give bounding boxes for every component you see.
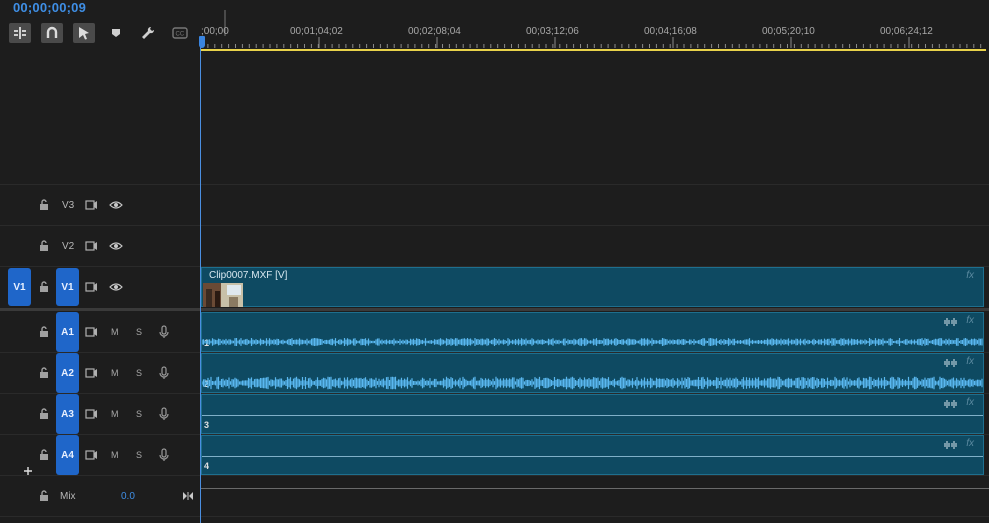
bowtie-icon[interactable] — [182, 491, 194, 501]
solo-button[interactable]: S — [136, 368, 142, 378]
fx-badge[interactable]: fx — [966, 315, 974, 326]
audio-clip[interactable]: fx 3 — [201, 394, 984, 434]
lock-icon[interactable] — [38, 449, 50, 461]
fx-badge[interactable]: fx — [966, 438, 974, 449]
audio-baseline — [202, 456, 983, 457]
lock-icon[interactable] — [38, 199, 50, 211]
eye-icon[interactable] — [109, 241, 123, 251]
sync-lock-icon[interactable] — [85, 327, 98, 337]
microphone-icon[interactable] — [159, 448, 169, 462]
eye-icon[interactable] — [109, 282, 123, 292]
magnet-icon[interactable] — [41, 23, 63, 43]
playhead-line — [200, 36, 201, 523]
ruler-label: 00;04;16;08 — [644, 26, 697, 37]
track-target-a4[interactable]: A4 — [56, 435, 79, 475]
video-clip[interactable]: Clip0007.MXF [V] fx — [201, 267, 984, 307]
video-audio-divider — [0, 308, 989, 311]
fx-badge[interactable]: fx — [966, 397, 974, 408]
audio-clip[interactable]: fx 2 — [201, 353, 984, 393]
mix-label: Mix — [60, 491, 76, 502]
sync-lock-icon[interactable] — [85, 241, 98, 251]
row-divider — [0, 184, 989, 185]
wrench-icon[interactable] — [137, 23, 159, 43]
fx-badge[interactable]: fx — [966, 270, 974, 281]
track-target-a1[interactable]: A1 — [56, 312, 79, 352]
microphone-icon[interactable] — [159, 407, 169, 421]
insert-snap-icon[interactable] — [9, 23, 31, 43]
linked-selection-icon[interactable] — [73, 23, 95, 43]
waveform-icon — [944, 318, 957, 326]
waveform-icon — [944, 400, 957, 408]
clip-channel-number: 3 — [204, 420, 210, 430]
row-divider — [0, 475, 989, 476]
lock-icon[interactable] — [38, 408, 50, 420]
row-divider — [0, 225, 989, 226]
audio-waveform — [202, 376, 983, 390]
audio-clip[interactable]: fx 4 — [201, 435, 984, 475]
track-target-a2[interactable]: A2 — [56, 353, 79, 393]
lock-icon[interactable] — [38, 326, 50, 338]
marker-icon[interactable] — [105, 23, 127, 43]
source-patch-v1[interactable]: V1 — [8, 268, 31, 306]
time-ruler[interactable]: ;00;00 00;01;04;02 00;02;08;04 00;03;12;… — [201, 0, 989, 52]
ruler-label: 00;05;20;10 — [762, 26, 815, 37]
mute-button[interactable]: M — [111, 368, 119, 378]
audio-baseline — [202, 415, 983, 416]
microphone-icon[interactable] — [159, 325, 169, 339]
work-area-bar[interactable] — [201, 49, 986, 51]
clip-channel-number: 4 — [204, 461, 210, 471]
ruler-label: 00;01;04;02 — [290, 26, 343, 37]
microphone-icon[interactable] — [159, 366, 169, 380]
mute-button[interactable]: M — [111, 409, 119, 419]
sync-lock-icon[interactable] — [85, 368, 98, 378]
track-name-v2[interactable]: V2 — [62, 241, 74, 252]
waveform-icon — [944, 441, 957, 449]
svg-text:CC: CC — [176, 32, 185, 38]
sync-lock-icon[interactable] — [85, 450, 98, 460]
audio-waveform — [202, 338, 983, 346]
mute-button[interactable]: M — [111, 450, 119, 460]
mix-volume[interactable]: 0.0 — [121, 491, 135, 502]
row-divider — [0, 516, 989, 517]
solo-button[interactable]: S — [136, 450, 142, 460]
track-target-a3[interactable]: A3 — [56, 394, 79, 434]
track-target-v1[interactable]: V1 — [56, 268, 79, 306]
sync-lock-icon[interactable] — [85, 200, 98, 210]
clip-thumbnail — [203, 283, 243, 307]
sync-lock-icon[interactable] — [85, 409, 98, 419]
fx-badge[interactable]: fx — [966, 356, 974, 367]
eye-icon[interactable] — [109, 200, 123, 210]
lock-icon[interactable] — [38, 367, 50, 379]
sync-lock-icon[interactable] — [85, 282, 98, 292]
clip-name: Clip0007.MXF [V] — [209, 270, 288, 281]
add-track-icon[interactable] — [24, 467, 32, 475]
mix-track-line — [201, 488, 989, 489]
lock-icon[interactable] — [38, 490, 50, 502]
ruler-label: 00;03;12;06 — [526, 26, 579, 37]
waveform-icon — [944, 359, 957, 367]
playhead[interactable] — [199, 36, 205, 48]
mute-button[interactable]: M — [111, 327, 119, 337]
ruler-label: 00;06;24;12 — [880, 26, 933, 37]
solo-button[interactable]: S — [136, 409, 142, 419]
ruler-label: 00;02;08;04 — [408, 26, 461, 37]
captions-icon[interactable]: CC — [169, 23, 191, 43]
lock-icon[interactable] — [38, 281, 50, 293]
audio-clip[interactable]: fx 1 — [201, 312, 984, 352]
ruler-label: ;00;00 — [201, 26, 229, 37]
timecode-display[interactable]: 00;00;00;09 — [13, 0, 86, 15]
track-name-v3[interactable]: V3 — [62, 200, 74, 211]
lock-icon[interactable] — [38, 240, 50, 252]
solo-button[interactable]: S — [136, 327, 142, 337]
